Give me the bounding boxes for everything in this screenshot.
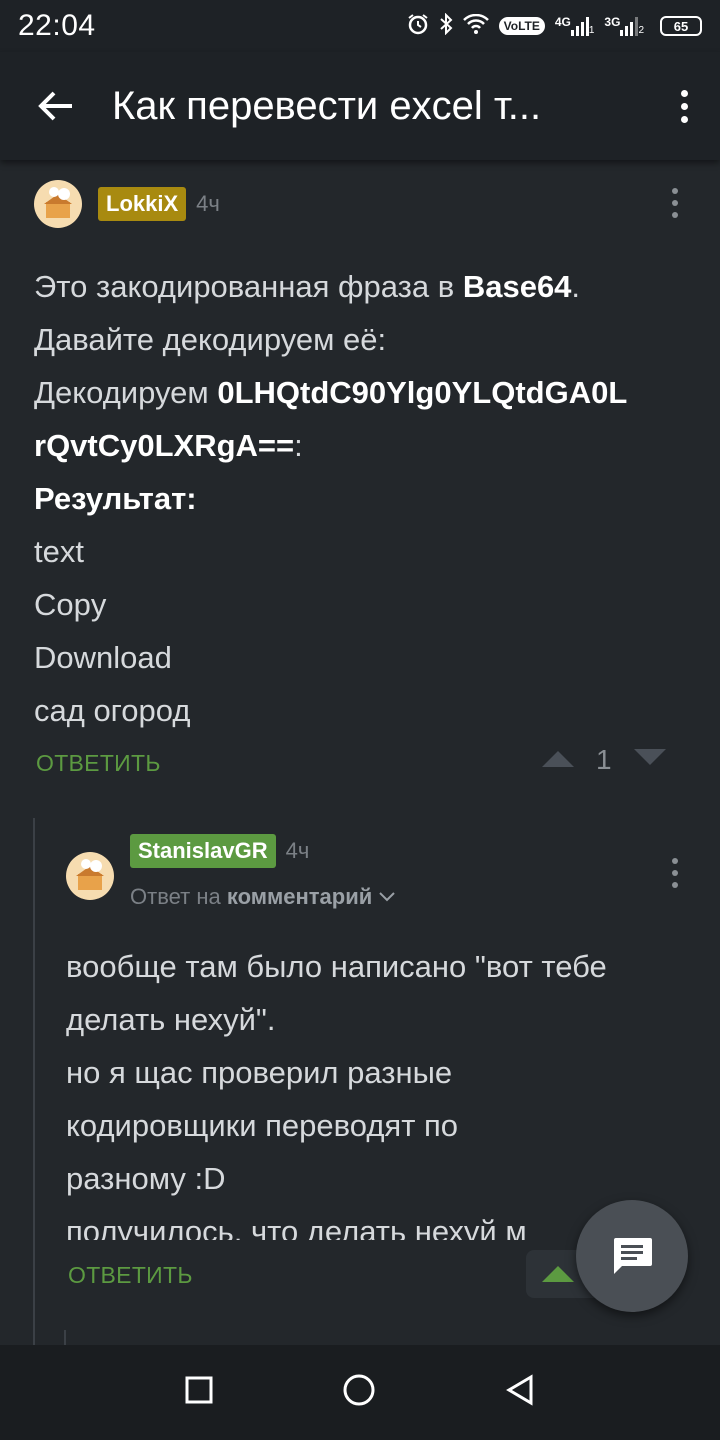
comment-header: LokkiX 4ч — [34, 180, 220, 228]
comment-line: кодировщики переводят по — [66, 1108, 459, 1143]
comment-body: вообще там было написано "вот тебе делат… — [66, 940, 706, 1240]
avatar[interactable] — [34, 180, 82, 228]
comment-line: Результат: — [34, 481, 197, 516]
comment-icon — [614, 1238, 652, 1274]
comment-more-button[interactable] — [672, 188, 678, 218]
status-time: 22:04 — [18, 9, 96, 42]
comment-header — [66, 852, 114, 900]
comment-line: Давайте декодируем её: — [34, 322, 387, 357]
signal-1: 4G 1 — [554, 15, 595, 36]
vote-count: 1 — [596, 744, 612, 775]
recents-button[interactable] — [185, 1376, 213, 1409]
comment-more-button[interactable] — [672, 858, 678, 888]
arrow-left-icon — [38, 91, 72, 121]
username-badge[interactable]: LokkiX — [98, 187, 187, 221]
comment-line: text — [34, 534, 84, 569]
more-vert-icon — [672, 188, 678, 218]
upvote-icon[interactable] — [542, 1264, 574, 1287]
signal-2: 3G 2 — [604, 15, 644, 36]
home-button[interactable] — [342, 1373, 376, 1412]
wifi-icon — [462, 13, 489, 38]
page-title: Как перевести excel т... — [112, 83, 542, 128]
more-vert-icon — [680, 89, 688, 123]
comment-fab-button[interactable] — [576, 1200, 688, 1312]
comment-body: Это закодированная фраза в Base64. Давай… — [34, 260, 704, 737]
more-vert-icon — [672, 858, 678, 888]
back-button[interactable] — [0, 52, 112, 160]
signal-bars-icon — [570, 16, 589, 36]
comment-time: 4ч — [196, 191, 220, 216]
app-bar: Как перевести excel т... — [0, 52, 720, 160]
triangle-back-icon — [506, 1374, 533, 1406]
downvote-icon[interactable] — [633, 748, 666, 772]
comment-user-row: StanislavGR 4ч — [130, 834, 309, 868]
upvote-icon[interactable] — [542, 749, 574, 772]
reply-button[interactable]: ОТВЕТИТЬ — [68, 1262, 193, 1289]
reply-button[interactable]: ОТВЕТИТЬ — [36, 750, 161, 777]
comment-line: вообще там было написано "вот тебе — [66, 949, 607, 984]
username-badge[interactable]: StanislavGR — [130, 834, 276, 868]
square-icon — [185, 1376, 213, 1404]
comment-line: Это закодированная фраза в Base64. — [34, 269, 581, 304]
volte-badge: VoLTE — [498, 17, 545, 35]
vote-controls: 1 — [542, 744, 666, 776]
comment-time: 4ч — [285, 838, 310, 863]
status-bar: 22:04 VoLTE 4G 1 3G 2 65 — [0, 0, 720, 52]
comment-line: rQvtCy0LXRgA==: — [34, 428, 303, 463]
comment-line: сад огород — [34, 693, 191, 728]
chevron-down-icon — [379, 892, 396, 902]
comment-line: Декодируем 0LHQtdC90Ylg0YLQtdGA0L — [34, 375, 628, 410]
comment-line: делать нехуй". — [66, 1002, 276, 1037]
battery-icon: 65 — [660, 16, 702, 36]
bluetooth-icon — [439, 12, 453, 39]
reply-to-link[interactable]: Ответ на комментарий — [130, 884, 396, 910]
comment-line: разному :D — [66, 1161, 226, 1196]
thread-line — [33, 818, 35, 1348]
more-menu-button[interactable] — [648, 52, 720, 160]
circle-icon — [343, 1374, 375, 1406]
back-nav-button[interactable] — [505, 1374, 535, 1411]
signal-bars-icon — [620, 16, 639, 36]
comment-line: Download — [34, 640, 172, 675]
comment-line: Copy — [34, 587, 107, 622]
comment-line: но я щас проверил разные — [66, 1055, 453, 1090]
system-nav-bar — [0, 1345, 720, 1440]
alarm-icon — [407, 13, 429, 39]
avatar[interactable] — [66, 852, 114, 900]
status-icons: VoLTE 4G 1 3G 2 65 — [407, 12, 702, 39]
